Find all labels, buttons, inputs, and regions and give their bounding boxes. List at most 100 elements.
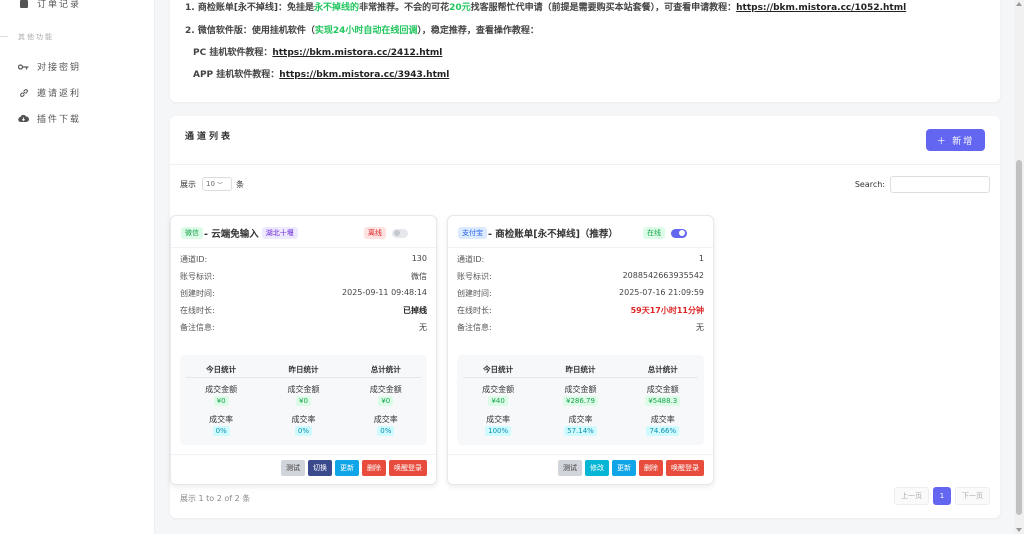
info-row-remark: 备注信息: 无: [180, 322, 427, 333]
edit-button[interactable]: 修改: [585, 460, 609, 476]
channel-actions: 测试 修改 更新 删除 唤醒登录: [558, 460, 704, 476]
test-button[interactable]: 测试: [281, 460, 305, 476]
sidebar-item-label: 插件下载: [37, 115, 82, 125]
show-suffix: 条: [236, 179, 244, 189]
notice-text: ），稳定推荐，查看操作教程：: [417, 26, 539, 36]
stats-total: 总计统计 成交金额 ¥0 成交率 0%: [345, 355, 427, 436]
sidebar-item-referral[interactable]: 邀请返利: [18, 86, 81, 99]
page-button-1[interactable]: 1: [933, 487, 951, 505]
update-button[interactable]: 更新: [612, 460, 636, 476]
notice-highlight: 20元: [449, 3, 471, 13]
update-button[interactable]: 更新: [335, 460, 359, 476]
info-value: 已掉线: [403, 306, 427, 315]
add-channel-button[interactable]: ＋ 新增: [926, 129, 985, 151]
status-group: 在线: [643, 227, 687, 239]
info-value: 59天17小时11分钟: [630, 306, 704, 315]
info-row-remark: 备注信息: 无: [457, 322, 704, 333]
stats-heading: 总计统计: [370, 365, 401, 374]
sidebar-item-orders[interactable]: 订单记录: [18, 0, 81, 10]
prev-page-button[interactable]: 上一页: [894, 487, 929, 505]
divider: [448, 247, 713, 248]
info-row-id: 通道ID: 130: [180, 254, 427, 265]
info-label: 备注信息:: [457, 323, 492, 332]
stat-value: ¥286.79: [562, 396, 598, 406]
notice-line-3: PC 挂机软件教程：https://bkm.mistora.cc/2412.ht…: [193, 45, 442, 58]
info-row-account: 账号标识: 2088542663935542: [457, 271, 704, 282]
divider: [171, 454, 436, 455]
stat-label: 成交率: [291, 415, 316, 424]
scrollbar-thumb[interactable]: [1016, 160, 1022, 515]
next-page-button[interactable]: 下一页: [955, 487, 990, 505]
stat-value: 0%: [212, 426, 230, 436]
divider: [171, 247, 436, 248]
channel-list-card: 通道列表 ＋ 新增 展示 10 ﹀ 条 Search: 微信 - 云端免输入 湖…: [170, 116, 1000, 518]
stat-label: 成交金额: [369, 385, 402, 394]
info-value: 无: [419, 323, 427, 332]
info-row-id: 通道ID: 1: [457, 254, 704, 265]
switch-button[interactable]: 切换: [308, 460, 332, 476]
info-label: 在线时长:: [457, 306, 492, 315]
sidebar-item-plugins[interactable]: 插件下载: [18, 112, 81, 125]
divider: [448, 454, 713, 455]
show-label: 展示: [180, 179, 196, 189]
info-label: 在线时长:: [180, 306, 215, 315]
info-value: 无: [696, 323, 704, 332]
status-group: 离线: [364, 227, 408, 239]
wake-login-button[interactable]: 唤醒登录: [389, 460, 427, 476]
scroll-up-arrow-icon[interactable]: [1016, 2, 1022, 6]
info-row-created: 创建时间: 2025-07-16 21:09:59: [457, 288, 704, 299]
notice-text: 找客服帮忙代申请（前提是需要购买本站套餐），可查看申请教程：: [470, 3, 737, 13]
search-control: Search:: [855, 176, 990, 193]
enable-toggle[interactable]: [392, 228, 408, 238]
stats-heading: 昨日统计: [288, 365, 319, 374]
stat-label: 成交金额: [205, 385, 238, 394]
stats-heading: 昨日统计: [565, 365, 596, 374]
info-label: 账号标识:: [457, 272, 492, 281]
notice-line-1: 1. 商检账单[永不掉线]：免挂是永不掉线的非常推荐。不会的可花20元找客服帮忙…: [185, 0, 906, 13]
stat-label: 成交率: [486, 415, 511, 424]
info-value: 2025-09-11 09:48:14: [342, 288, 427, 297]
stats-heading: 总计统计: [647, 365, 678, 374]
sidebar-section-title: 其他功能: [18, 33, 54, 41]
wake-login-button[interactable]: 唤醒登录: [666, 460, 704, 476]
delete-button[interactable]: 删除: [639, 460, 663, 476]
stat-value: 0%: [294, 426, 313, 436]
stats-today: 今日统计 成交金额 ¥0 成交率 0%: [180, 355, 262, 436]
stats-heading: 今日统计: [483, 365, 514, 374]
search-input[interactable]: [890, 176, 990, 193]
stat-value: ¥0: [378, 396, 394, 406]
channel-name: - 云端免输入: [204, 229, 259, 240]
pc-tutorial-link[interactable]: https://bkm.mistora.cc/2412.html: [272, 48, 442, 58]
notice-text: PC 挂机软件教程：: [193, 48, 273, 58]
stat-label: 成交率: [373, 415, 398, 424]
channel-card: 支付宝 - 商检账单[永不掉线]（推荐） 在线 通道ID: 1 账号标识: 2088…: [447, 215, 714, 485]
stat-label: 成交金额: [564, 385, 597, 394]
stat-value: ¥0: [213, 396, 229, 406]
link-icon: [18, 87, 29, 98]
info-value: 1: [698, 254, 704, 263]
info-value: 130: [411, 254, 427, 263]
page-length-select[interactable]: 10 ﹀: [202, 177, 232, 191]
divider: [170, 164, 1000, 165]
stat-label: 成交率: [650, 415, 675, 424]
app-tutorial-link[interactable]: https://bkm.mistora.cc/3943.html: [279, 70, 449, 80]
page-title: 通道列表: [185, 132, 234, 142]
tutorial-link[interactable]: https://bkm.mistora.cc/1052.html: [736, 3, 906, 13]
pagination: 上一页 1 下一页: [894, 487, 990, 505]
notice-line-4: APP 挂机软件教程：https://bkm.mistora.cc/3943.h…: [193, 67, 449, 80]
scrollbar[interactable]: [1014, 0, 1024, 534]
stat-value: ¥0: [296, 396, 311, 406]
info-label: 创建时间:: [457, 289, 492, 298]
channel-type-badge: 支付宝: [458, 227, 487, 239]
notice-line-2: 2. 微信软件版：使用挂机软件（实现24小时自动在线回调），稳定推荐，查看操作教…: [185, 23, 539, 36]
info-row-online: 在线时长: 已掉线: [180, 305, 427, 316]
stat-value: ¥40: [488, 396, 508, 406]
table-info: 展示 1 to 2 of 2 条: [180, 494, 251, 503]
delete-button[interactable]: 删除: [362, 460, 386, 476]
info-label: 备注信息:: [180, 323, 215, 332]
info-label: 账号标识:: [180, 272, 215, 281]
test-button[interactable]: 测试: [558, 460, 582, 476]
sidebar-item-keys[interactable]: 对接密钥: [18, 60, 81, 73]
enable-toggle[interactable]: [671, 228, 687, 238]
scroll-down-arrow-icon[interactable]: [1016, 528, 1022, 532]
